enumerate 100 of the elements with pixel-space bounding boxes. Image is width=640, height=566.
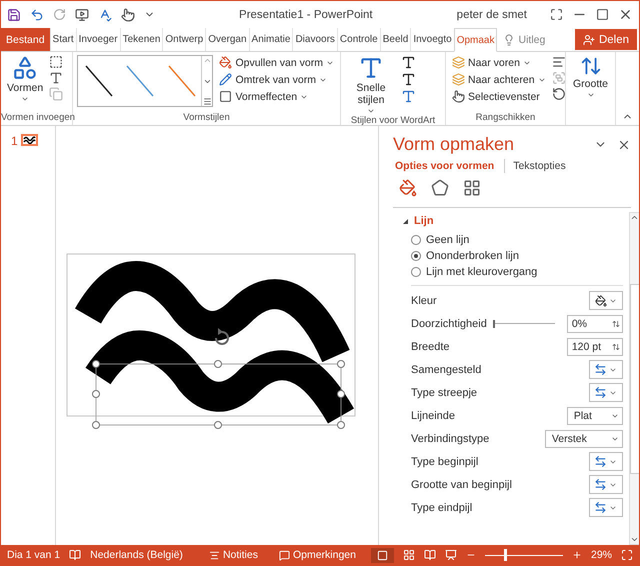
zoom-thumb[interactable] [504, 549, 508, 561]
comments-button[interactable]: Opmerkingen [272, 547, 362, 563]
spelling-check-icon[interactable] [98, 8, 112, 22]
normal-view-button[interactable] [370, 548, 394, 562]
grid-icon[interactable] [463, 179, 481, 197]
group-label: Stijlen voor WordArt [350, 115, 436, 128]
section-header[interactable]: Lijn [403, 212, 623, 232]
reading-view-icon[interactable] [424, 549, 436, 561]
style-dropdown[interactable] [588, 498, 623, 517]
file-tab[interactable]: Bestand [1, 28, 50, 51]
maximize-icon[interactable] [596, 8, 609, 21]
slideshow-icon[interactable] [75, 8, 89, 22]
pentagon-icon[interactable] [431, 179, 449, 197]
ribbon-tab[interactable]: Tekenen [120, 28, 162, 51]
radio-button[interactable] [411, 235, 421, 245]
speech-bubble-icon [278, 550, 290, 560]
line-style-icon [594, 455, 608, 468]
property-label: Verbindingstype [411, 432, 490, 444]
share-button[interactable]: Delen [574, 29, 637, 50]
radio-option[interactable]: Lijn met kleurovergang [403, 264, 623, 280]
ribbon-tab[interactable]: Opmaak [454, 28, 498, 52]
slide-sorter-icon[interactable] [402, 549, 415, 561]
bring-forward-icon [452, 56, 465, 69]
fit-slide-icon[interactable] [621, 549, 633, 561]
group-label: Vormen invoegen [1, 112, 72, 125]
caret-icon [21, 95, 30, 103]
rotate-icon[interactable] [552, 87, 566, 101]
ribbon-button[interactable]: Selectievenster [450, 89, 548, 104]
dropdown[interactable]: Verstek [544, 430, 623, 448]
person-plus-icon [582, 34, 595, 46]
ribbon-tab[interactable]: Invoeger [76, 28, 120, 51]
ribbon-button[interactable]: Omtrek van vorm [217, 72, 336, 87]
ribbon-button[interactable]: Grootte [570, 55, 610, 125]
slideshow-icon[interactable] [444, 549, 457, 561]
scrollbar[interactable] [628, 212, 639, 545]
ribbon-tab[interactable]: Controle [336, 28, 380, 51]
radio-option[interactable]: Geen lijn [403, 232, 623, 248]
property-label: Type beginpijl [411, 456, 480, 468]
more-icon[interactable] [202, 97, 212, 106]
window-title: Presentatie1 - PowerPoint [238, 8, 374, 20]
text-fill-icon[interactable] [401, 55, 416, 70]
style-dropdown[interactable] [588, 383, 623, 402]
undo-icon[interactable] [30, 8, 44, 22]
panel-tab[interactable]: Opties voor vormen [393, 160, 498, 172]
ribbon-button[interactable]: Naar voren [450, 55, 548, 70]
property-label: Lijneinde [411, 410, 456, 422]
ribbon-tab[interactable]: Animatie [248, 28, 292, 51]
close-icon[interactable] [618, 7, 633, 22]
edit-shape-icon[interactable] [49, 55, 64, 69]
save-icon[interactable] [7, 8, 21, 22]
line-style-swatch[interactable] [125, 64, 156, 98]
ribbon-button[interactable]: Opvullen van vorm [217, 55, 336, 70]
line-style-swatch[interactable] [84, 64, 114, 98]
radio-button[interactable] [411, 267, 421, 277]
ribbon-tab[interactable]: Ontwerp [162, 28, 206, 51]
radio-option[interactable]: Ononderbroken lijn [403, 248, 623, 264]
ribbon-tab[interactable]: Beeld [380, 28, 410, 51]
style-dropdown[interactable] [588, 452, 623, 471]
line-style-icon [594, 501, 608, 514]
paint-bucket-icon [594, 294, 607, 306]
rotate-handle-icon [215, 328, 229, 345]
ribbon-tab[interactable]: Invoegto [410, 28, 454, 51]
panel-title: Vorm opmaken [393, 134, 516, 155]
text-box-icon[interactable] [49, 71, 64, 85]
group-label: Rangschikken [474, 112, 536, 125]
ribbon-tab[interactable]: Overgan [205, 28, 249, 51]
zoom-in-icon[interactable] [572, 550, 582, 560]
normal-view-icon [376, 550, 388, 560]
ribbon-button[interactable]: Naar achteren [450, 72, 548, 87]
caret-icon [367, 107, 375, 115]
ribbon-tab[interactable]: Start [50, 28, 76, 51]
radio-button[interactable] [411, 251, 421, 261]
align-icon[interactable] [552, 55, 566, 69]
spin-field[interactable]: 120 pt [566, 338, 623, 356]
text-effects-icon[interactable] [401, 89, 416, 104]
paint-bucket-icon[interactable] [399, 179, 417, 197]
send-backward-icon [452, 73, 465, 86]
ribbon-tab[interactable]: Diavoors [292, 28, 337, 51]
ribbon-display-icon[interactable] [550, 8, 563, 21]
line-style-swatch[interactable] [166, 64, 197, 98]
scroll-down-icon [630, 535, 639, 544]
slide-thumbnail[interactable] [20, 134, 38, 146]
notes-button[interactable]: Notities [202, 547, 264, 563]
style-dropdown[interactable] [588, 475, 623, 494]
text-outline-icon[interactable] [401, 72, 416, 87]
ribbon-button[interactable]: Vormen [5, 55, 46, 112]
ribbon-button[interactable]: Snelle stijlen [345, 55, 397, 115]
spin-field[interactable]: 0% [566, 314, 623, 332]
slider-thumb[interactable] [492, 320, 495, 328]
panel-tab[interactable]: Tekstopties [511, 160, 570, 172]
ribbon-button[interactable]: Vormeffecten [217, 89, 336, 104]
dropdown[interactable]: Plat [566, 406, 623, 424]
caret-icon [586, 91, 594, 99]
property-label: Type eindpijl [411, 502, 474, 514]
selection-pane-icon [452, 90, 465, 103]
book-icon[interactable] [69, 549, 82, 561]
style-dropdown[interactable] [588, 360, 623, 379]
line-style-icon [594, 363, 608, 376]
color-picker[interactable] [588, 291, 623, 310]
touch-icon[interactable] [121, 8, 135, 22]
